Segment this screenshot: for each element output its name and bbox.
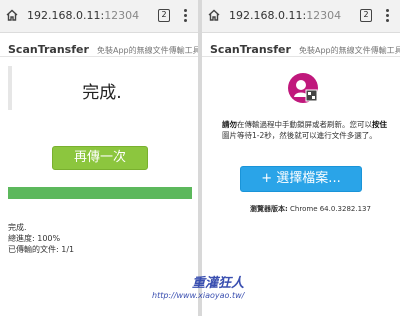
transfer-again-button[interactable]: 再傳一次 <box>52 146 148 170</box>
notice-bold-warning: 請勿 <box>222 120 237 129</box>
browser-version-value: Chrome 64.0.3282.137 <box>290 205 371 213</box>
app-name: ScanTransfer <box>8 43 89 56</box>
watermark-name: 重灌狂人 <box>192 276 245 291</box>
url-text[interactable]: 192.168.0.11:12304 <box>27 9 139 22</box>
usage-notice: 請勿在傳輸過程中手動鎖屏或者刷新。您可以按住圖片等待1-2秒，然後就可以進行文件… <box>222 119 390 141</box>
notice-bold-hold: 按住 <box>372 120 387 129</box>
notice-text-2: 圖片等待1-2秒，然後就可以進行文件多選了。 <box>222 131 377 140</box>
notice-text-1: 在傳輸過程中手動鎖屏或者刷新。您可以 <box>237 120 372 129</box>
app-slogan: 免裝App的無線文件傳輸工具 <box>298 46 400 55</box>
progress-bar <box>8 187 192 199</box>
url-text[interactable]: 192.168.0.11:12304 <box>229 9 341 22</box>
app-header: ScanTransfer 免裝App的無線文件傳輸工具 <box>0 33 198 57</box>
app-name: ScanTransfer <box>210 43 291 56</box>
url-host: 192.168.0.11: <box>229 9 307 22</box>
overflow-menu-icon[interactable] <box>386 9 390 23</box>
address-bar: 192.168.0.11:12304 2 <box>202 0 400 33</box>
home-icon[interactable] <box>5 8 19 22</box>
progress-fill <box>8 187 192 199</box>
status-box: 完成. <box>8 66 192 110</box>
stats-line-status: 完成. <box>8 223 27 232</box>
watermark-url: http://www.xiaoyao.tw/ <box>152 291 245 300</box>
url-host: 192.168.0.11: <box>27 9 105 22</box>
scantransfer-logo-icon <box>288 73 318 103</box>
stats-line-files: 已傳輸的文件: 1/1 <box>8 245 75 254</box>
tab-switcher-icon[interactable]: 2 <box>158 9 170 22</box>
left-screen: 192.168.0.11:12304 2 ScanTransfer 免裝App的… <box>0 0 198 316</box>
choose-files-button[interactable]: + 選擇檔案... <box>240 166 362 192</box>
app-header: ScanTransfer 免裝App的無線文件傳輸工具 <box>202 33 400 57</box>
tab-switcher-icon[interactable]: 2 <box>360 9 372 22</box>
status-title: 完成. <box>82 83 122 103</box>
transfer-stats: 完成. 總進度: 100% 已傳輸的文件: 1/1 <box>8 222 74 255</box>
browser-version: 瀏覽器版本: Chrome 64.0.3282.137 <box>250 204 371 214</box>
home-icon[interactable] <box>207 8 221 22</box>
address-bar: 192.168.0.11:12304 2 <box>0 0 198 33</box>
app-slogan: 免裝App的無線文件傳輸工具 <box>96 46 198 55</box>
right-screen: 192.168.0.11:12304 2 ScanTransfer 免裝App的… <box>202 0 400 316</box>
overflow-menu-icon[interactable] <box>184 9 188 23</box>
browser-version-label: 瀏覽器版本: <box>250 205 288 213</box>
url-port: 12304 <box>306 9 342 22</box>
stats-line-progress: 總進度: 100% <box>8 234 61 243</box>
url-port: 12304 <box>104 9 140 22</box>
